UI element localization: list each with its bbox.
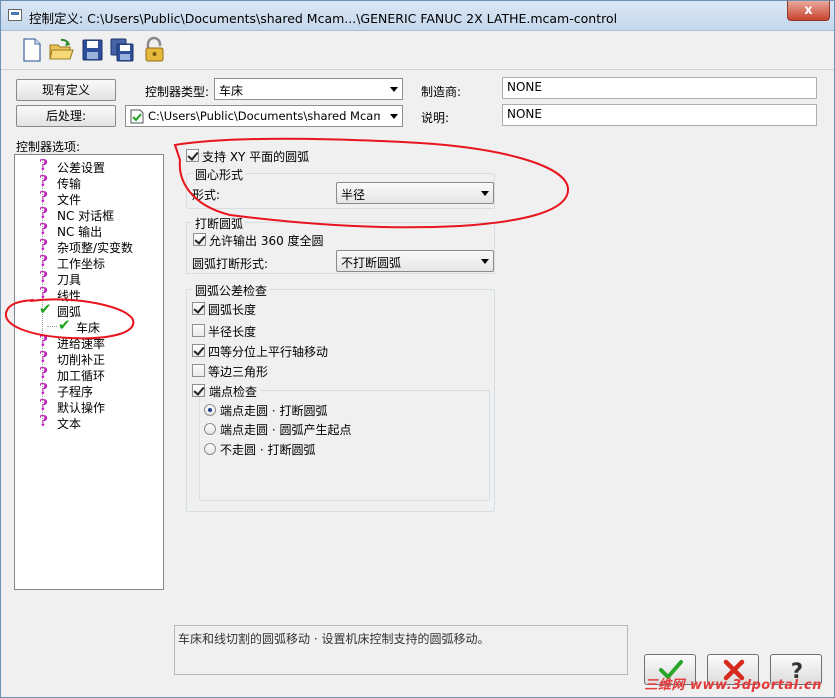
window-title: 控制定义: C:\Users\Public\Documents\shared M… bbox=[29, 11, 618, 26]
break-form-value: 不打断圆弧 bbox=[341, 256, 402, 270]
break-arc-group-title: 打断圆弧 bbox=[193, 215, 246, 232]
endpoint-option-label-3: 不走圆 · 打断圆弧 bbox=[220, 443, 316, 457]
post-path-value: C:\Users\Public\Documents\shared Mcam201… bbox=[148, 109, 380, 123]
open-folder-icon[interactable] bbox=[47, 36, 75, 64]
arc-center-group-title: 圆心形式 bbox=[193, 166, 246, 183]
document-check-icon bbox=[130, 109, 144, 124]
watermark: 三维网 www.3dportal.cn bbox=[644, 678, 822, 693]
post-processor-button[interactable]: 后处理: bbox=[16, 105, 116, 127]
manufacturer-field[interactable]: NONE bbox=[502, 77, 817, 99]
description-field[interactable]: NONE bbox=[502, 104, 817, 126]
controller-type-select[interactable]: 车床 bbox=[214, 78, 403, 100]
chevron-down-icon bbox=[390, 114, 398, 119]
save-all-icon[interactable] bbox=[108, 36, 136, 64]
quadrant-move-label: 四等分位上平行轴移动 bbox=[208, 345, 329, 359]
help-description: 车床和线切割的圆弧移动 · 设置机床控制支持的圆弧移动。 bbox=[174, 625, 628, 675]
allow-360-checkbox[interactable] bbox=[193, 233, 206, 246]
equilateral-label: 等边三角形 bbox=[208, 365, 269, 379]
arc-center-form-value: 半径 bbox=[341, 188, 366, 202]
controller-options-tree[interactable]: ? 公差设置 ? 传输 ? 文件 ? NC 对话框 ? NC 输出 ? 杂项整/实变数 ? 工… bbox=[14, 154, 164, 590]
check-icon: ✔ bbox=[39, 300, 52, 318]
existing-definition-button[interactable]: 现有定义 bbox=[16, 79, 116, 101]
support-xy-arc-checkbox[interactable] bbox=[186, 149, 199, 162]
break-form-select[interactable]: 不打断圆弧 bbox=[336, 250, 494, 272]
tree-connector bbox=[47, 326, 57, 327]
arc-length-checkbox[interactable] bbox=[192, 302, 205, 315]
manufacturer-label: 制造商: bbox=[421, 85, 462, 99]
allow-360-label: 允许输出 360 度全圆 bbox=[209, 234, 324, 248]
endpoint-option-label-1: 端点走圆 · 打断圆弧 bbox=[220, 404, 328, 418]
chevron-down-icon bbox=[390, 87, 398, 92]
arc-length-label: 圆弧长度 bbox=[208, 303, 257, 317]
chevron-down-icon bbox=[481, 191, 489, 196]
radius-length-checkbox[interactable] bbox=[192, 324, 205, 337]
title-bar: 控制定义: C:\Users\Public\Documents\shared M… bbox=[1, 1, 834, 31]
description-label: 说明: bbox=[421, 111, 450, 125]
post-path-select[interactable]: C:\Users\Public\Documents\shared Mcam201… bbox=[125, 105, 403, 127]
chevron-down-icon bbox=[481, 259, 489, 264]
new-file-icon[interactable] bbox=[17, 36, 45, 64]
quadrant-move-checkbox[interactable] bbox=[192, 344, 205, 357]
endpoint-check-label: 端点检查 bbox=[207, 383, 260, 400]
save-icon[interactable] bbox=[78, 36, 106, 64]
controller-type-value: 车床 bbox=[219, 84, 244, 98]
endpoint-option-radio-3[interactable] bbox=[204, 443, 216, 455]
endpoint-check-checkbox[interactable] bbox=[192, 384, 205, 397]
equilateral-checkbox[interactable] bbox=[192, 364, 205, 377]
support-xy-arc-label: 支持 XY 平面的圆弧 bbox=[202, 150, 310, 164]
endpoint-option-radio-2[interactable] bbox=[204, 423, 216, 435]
arc-tolerance-group-title: 圆弧公差检查 bbox=[193, 282, 270, 299]
toolbar bbox=[1, 32, 834, 70]
arc-center-form-select[interactable]: 半径 bbox=[336, 182, 494, 204]
endpoint-option-radio-1[interactable] bbox=[204, 404, 216, 416]
question-icon: ? bbox=[39, 412, 48, 430]
break-form-label: 圆弧打断形式: bbox=[192, 257, 269, 271]
lock-icon[interactable] bbox=[140, 36, 168, 64]
endpoint-option-label-2: 端点走圆 · 圆弧产生起点 bbox=[220, 423, 352, 437]
control-definition-window: 控制定义: C:\Users\Public\Documents\shared M… bbox=[0, 0, 835, 698]
controller-type-label: 控制器类型: bbox=[145, 85, 210, 99]
close-button[interactable]: x bbox=[787, 1, 830, 21]
arc-center-form-label: 形式: bbox=[192, 188, 221, 202]
check-icon: ✔ bbox=[58, 316, 71, 334]
window-icon bbox=[8, 9, 22, 21]
controller-options-label: 控制器选项: bbox=[16, 140, 81, 154]
radius-length-label: 半径长度 bbox=[208, 325, 257, 339]
